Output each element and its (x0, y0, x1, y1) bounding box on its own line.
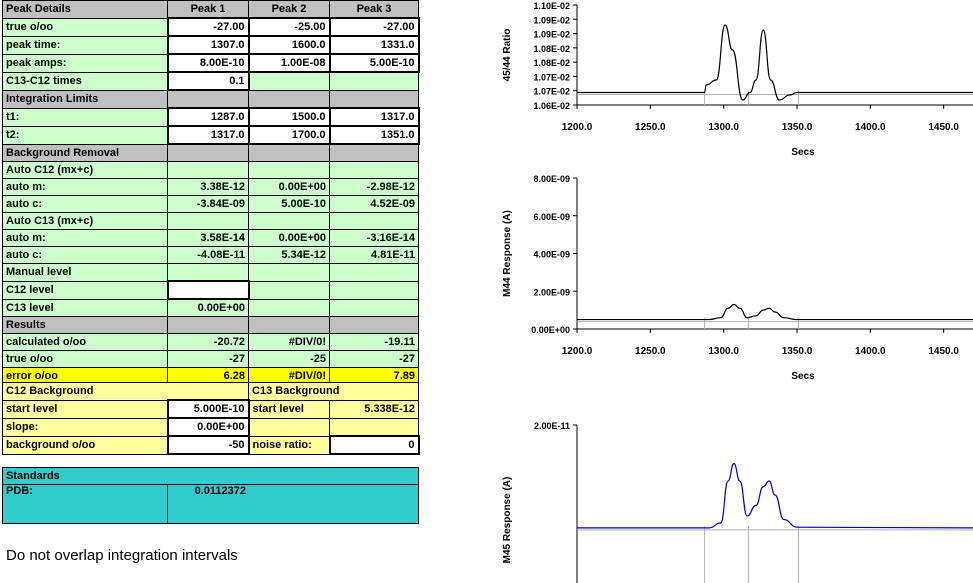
y-axis-label: M44 Response (A) (502, 210, 513, 297)
x-tick-label: 1200.0 (562, 346, 593, 357)
x-tick-label: 1300.0 (708, 346, 739, 357)
y-tick-label: 0.00E+00 (531, 325, 570, 335)
y-tick-label: 1.08E-02 (533, 58, 570, 68)
series-line (576, 462, 973, 529)
y-tick-label: 1.08E-02 (533, 44, 570, 54)
y-tick-label: 2.00E-09 (533, 287, 570, 297)
y-tick-label: 1.09E-02 (533, 15, 570, 25)
x-tick-label: 1250.0 (635, 122, 666, 133)
series-line (577, 24, 973, 101)
x-tick-label: 1300.0 (708, 122, 739, 133)
x-tick-label: 1350.0 (782, 346, 813, 357)
y-axis-label: M45 Response (A) (502, 477, 513, 564)
y-tick-label: 1.09E-02 (533, 30, 570, 40)
chart-1: 1.06E-02 1.07E-02 1.07E-02 1.08E-02 1.08E-02… (502, 1, 973, 158)
x-tick-label: 1400.0 (855, 346, 886, 357)
y-axis-label: 45/44 Ratio (502, 29, 513, 82)
x-tick-label: 1250.0 (635, 346, 666, 357)
x-axis-label: Secs (791, 371, 815, 382)
x-tick-label: 1350.0 (782, 122, 813, 133)
y-tick-label: 1.07E-02 (533, 72, 570, 82)
chart-3: 2.00E-11 M45 Response (A) (502, 421, 973, 583)
x-tick-label: 1400.0 (855, 122, 886, 133)
y-tick-label: 1.07E-02 (533, 87, 570, 97)
x-axis-label: Secs (791, 147, 815, 158)
y-tick-label: 1.06E-02 (533, 101, 570, 111)
y-tick-label: 8.00E-09 (533, 174, 570, 184)
charts-area: 1.06E-02 1.07E-02 1.07E-02 1.08E-02 1.08E-02… (502, 1, 973, 583)
x-tick-label: 1450.0 (928, 122, 959, 133)
series-line (577, 303, 973, 321)
y-tick-label: 2.00E-11 (534, 421, 570, 431)
chart-2: 0.00E+00 2.00E-09 4.00E-09 6.00E-09 8.00E-09… (502, 174, 973, 382)
x-tick-label: 1450.0 (928, 346, 959, 357)
y-tick-label: 4.00E-09 (533, 250, 570, 260)
y-tick-label: 6.00E-09 (533, 212, 570, 222)
y-tick-label: 1.10E-02 (533, 1, 570, 11)
x-tick-label: 1200.0 (562, 122, 593, 133)
